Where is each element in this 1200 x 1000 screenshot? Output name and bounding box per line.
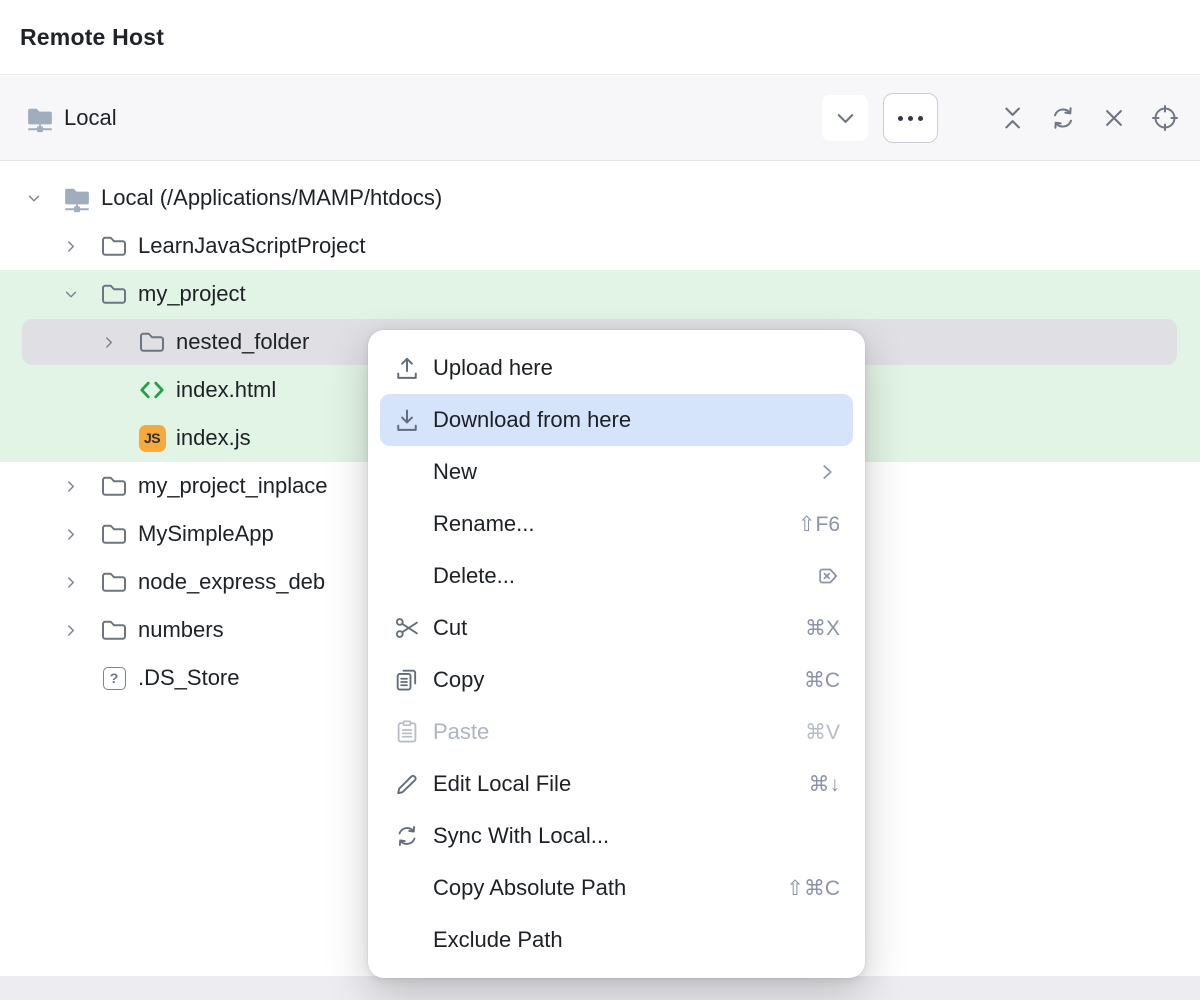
tree-row-label: numbers bbox=[138, 617, 224, 643]
tool-window-header: Remote Host bbox=[0, 0, 1200, 75]
submenu-chevron-icon bbox=[814, 459, 840, 485]
copy-icon bbox=[393, 666, 421, 694]
empty-icon-slot bbox=[393, 458, 421, 486]
chevron-right-icon[interactable] bbox=[100, 333, 118, 352]
menu-item-rename[interactable]: Rename... ⇧F6 bbox=[380, 498, 853, 550]
empty-icon-slot bbox=[393, 926, 421, 954]
menu-item-copy[interactable]: Copy ⌘C bbox=[380, 654, 853, 706]
menu-item-exclude-path[interactable]: Exclude Path bbox=[380, 914, 853, 966]
menu-item-sync-with-local[interactable]: Sync With Local... bbox=[380, 810, 853, 862]
delete-forward-icon bbox=[814, 563, 840, 589]
js-file-icon: JS bbox=[136, 425, 168, 452]
server-selector[interactable]: Local bbox=[25, 103, 822, 133]
window-bottom-edge bbox=[0, 976, 1200, 1000]
menu-item-new[interactable]: New bbox=[380, 446, 853, 498]
menu-item-cut[interactable]: Cut ⌘X bbox=[380, 602, 853, 654]
network-folder-icon bbox=[61, 183, 93, 213]
tree-row-label: MySimpleApp bbox=[138, 521, 274, 547]
close-button[interactable] bbox=[1099, 103, 1129, 133]
server-dropdown-button[interactable] bbox=[822, 95, 868, 141]
folder-icon bbox=[98, 231, 130, 261]
chevron-down-icon[interactable] bbox=[62, 285, 80, 304]
ellipsis-icon bbox=[898, 116, 923, 121]
tree-row-label: my_project_inplace bbox=[138, 473, 328, 499]
chevron-right-icon[interactable] bbox=[62, 573, 80, 592]
pencil-icon bbox=[393, 770, 421, 798]
menu-item-download-from-here[interactable]: Download from here bbox=[380, 394, 853, 446]
remote-host-toolbar: Local bbox=[0, 76, 1200, 161]
tree-row-local-root[interactable]: Local (/Applications/MAMP/htdocs) bbox=[0, 174, 1200, 222]
folder-icon bbox=[98, 279, 130, 309]
scissors-icon bbox=[393, 614, 421, 642]
server-selector-label: Local bbox=[64, 105, 117, 131]
tree-row-label: LearnJavaScriptProject bbox=[138, 233, 365, 259]
paste-icon bbox=[393, 718, 421, 746]
tree-row-label: node_express_deb bbox=[138, 569, 325, 595]
tree-row-learnjavascriptproject[interactable]: LearnJavaScriptProject bbox=[0, 222, 1200, 270]
chevron-down-icon[interactable] bbox=[25, 189, 43, 208]
download-icon bbox=[393, 406, 421, 434]
folder-icon bbox=[98, 471, 130, 501]
chevron-right-icon[interactable] bbox=[62, 237, 80, 256]
tree-row-label: index.html bbox=[176, 377, 276, 403]
folder-icon bbox=[98, 519, 130, 549]
empty-icon-slot bbox=[393, 562, 421, 590]
context-menu: Upload here Download from here New Renam… bbox=[368, 330, 865, 978]
locate-target-button[interactable] bbox=[1150, 103, 1180, 133]
more-options-button[interactable] bbox=[883, 93, 938, 143]
menu-item-edit-local-file[interactable]: Edit Local File ⌘↓ bbox=[380, 758, 853, 810]
network-folder-icon bbox=[25, 103, 55, 133]
unknown-file-icon: ? bbox=[98, 667, 130, 690]
refresh-button[interactable] bbox=[1048, 103, 1078, 133]
menu-item-upload-here[interactable]: Upload here bbox=[380, 342, 853, 394]
page-title: Remote Host bbox=[20, 24, 164, 51]
folder-icon bbox=[136, 327, 168, 357]
tree-row-label: .DS_Store bbox=[138, 665, 240, 691]
chevron-down-icon bbox=[832, 105, 859, 132]
tree-row-label: my_project bbox=[138, 281, 246, 307]
tree-row-label: Local (/Applications/MAMP/htdocs) bbox=[101, 185, 442, 211]
menu-item-copy-absolute-path[interactable]: Copy Absolute Path ⇧⌘C bbox=[380, 862, 853, 914]
menu-item-delete[interactable]: Delete... bbox=[380, 550, 853, 602]
empty-icon-slot bbox=[393, 510, 421, 538]
chevron-right-icon[interactable] bbox=[62, 621, 80, 640]
chevron-right-icon[interactable] bbox=[62, 477, 80, 496]
menu-item-paste[interactable]: Paste ⌘V bbox=[380, 706, 853, 758]
html-file-icon bbox=[136, 375, 168, 405]
folder-icon bbox=[98, 567, 130, 597]
tree-row-label: index.js bbox=[176, 425, 251, 451]
upload-icon bbox=[393, 354, 421, 382]
chevron-right-icon[interactable] bbox=[62, 525, 80, 544]
collapse-all-button[interactable] bbox=[997, 103, 1027, 133]
empty-icon-slot bbox=[393, 874, 421, 902]
tree-row-my-project[interactable]: my_project bbox=[0, 270, 1200, 318]
folder-icon bbox=[98, 615, 130, 645]
tree-row-label: nested_folder bbox=[176, 329, 309, 355]
sync-icon bbox=[393, 822, 421, 850]
